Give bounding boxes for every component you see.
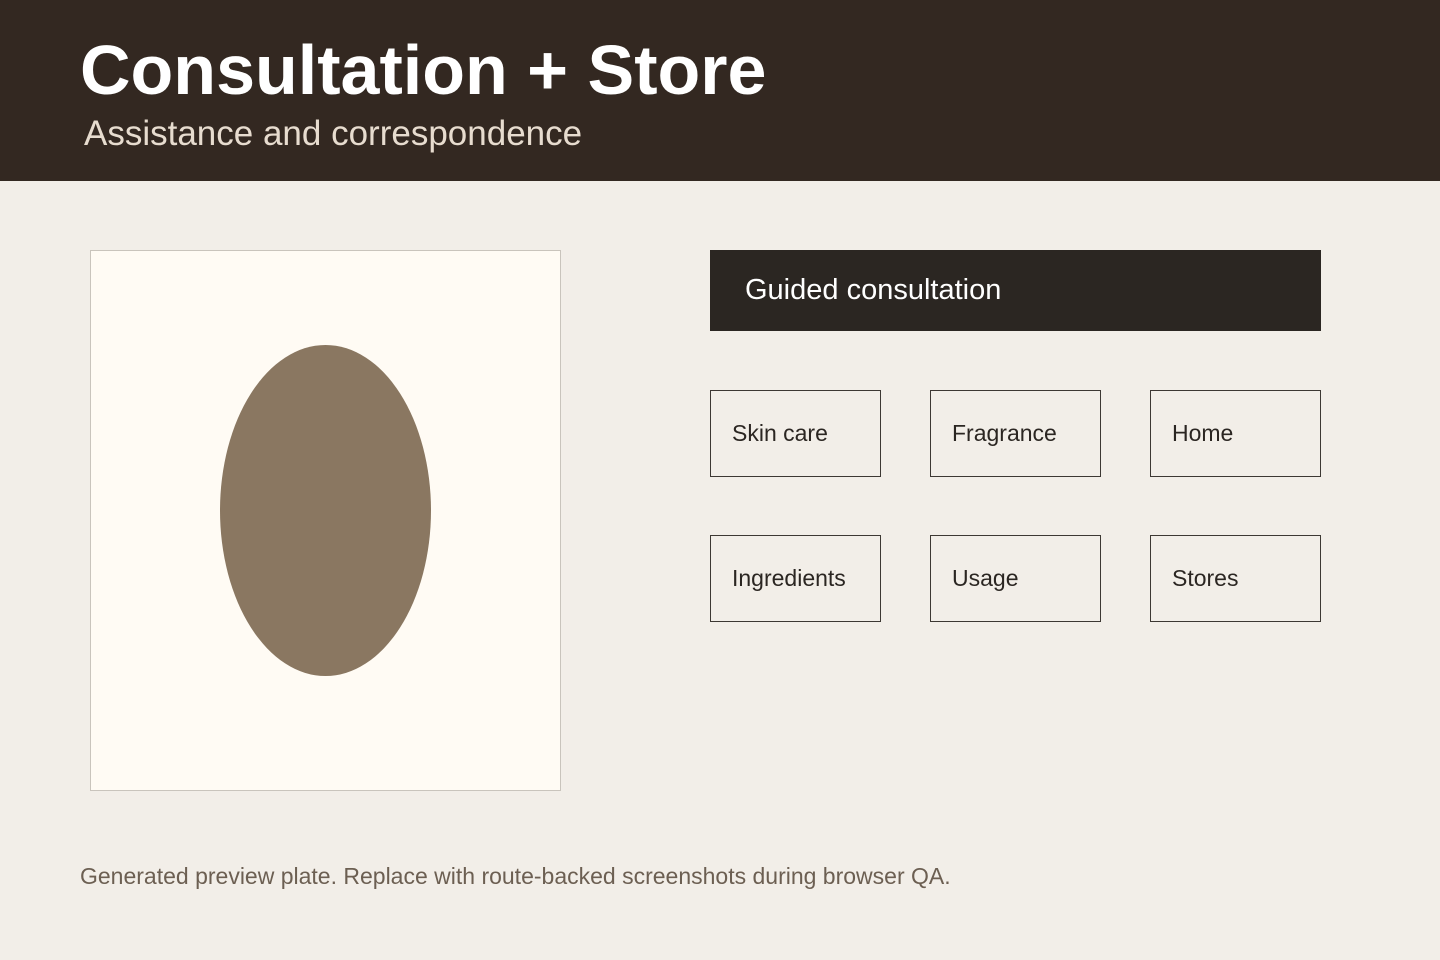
preview-image-panel (90, 250, 561, 791)
tile-label: Stores (1172, 565, 1239, 591)
tile-fragrance[interactable]: Fragrance (930, 390, 1101, 477)
site-header: Consultation + Store Assistance and corr… (0, 0, 1440, 181)
tile-label: Fragrance (952, 420, 1057, 446)
guided-consultation-button[interactable]: Guided consultation (710, 250, 1321, 331)
preview-oval-shape (220, 345, 431, 676)
tile-skin-care[interactable]: Skin care (710, 390, 881, 477)
tile-stores[interactable]: Stores (1150, 535, 1321, 622)
page-subtitle: Assistance and correspondence (84, 114, 583, 153)
tile-ingredients[interactable]: Ingredients (710, 535, 881, 622)
tile-usage[interactable]: Usage (930, 535, 1101, 622)
tile-label: Skin care (732, 420, 828, 446)
tile-label: Ingredients (732, 565, 846, 591)
guided-consultation-label: Guided consultation (745, 274, 1002, 306)
tile-home[interactable]: Home (1150, 390, 1321, 477)
tile-label: Home (1172, 420, 1234, 446)
page-title: Consultation + Store (80, 31, 767, 109)
footnote-text: Generated preview plate. Replace with ro… (80, 863, 951, 889)
tile-label: Usage (952, 565, 1019, 591)
